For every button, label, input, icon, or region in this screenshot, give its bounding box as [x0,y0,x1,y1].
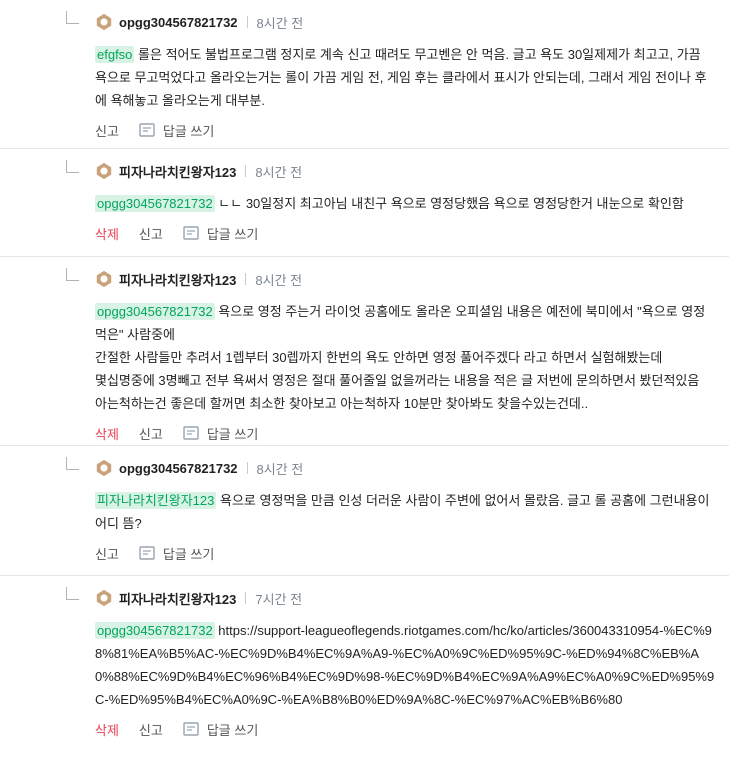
mention-tag[interactable]: 피자나라치킨왕자123 [95,492,217,509]
reply-label: 답글 쓰기 [162,546,215,562]
tier-badge-icon [96,13,112,31]
reply-comment: 피자나라치킨왕자123 8시간 전 opgg304567821732 ㄴㄴ 30… [0,149,729,257]
write-reply-button[interactable]: 답글 쓰기 [139,121,214,140]
reply-label: 답글 쓰기 [206,226,259,242]
comment-body: opgg304567821732 ㄴㄴ 30일정지 최고아님 내친구 욕으로 영… [95,192,729,215]
write-reply-button[interactable]: 답글 쓰기 [183,424,258,443]
timestamp: 7시간 전 [255,591,303,607]
comment-body: opgg304567821732 https://support-leagueo… [95,619,729,711]
author-name[interactable]: opgg304567821732 [119,461,238,476]
comment-header: 피자나라치킨왕자123 7시간 전 [95,587,729,609]
divider [246,16,248,28]
reply-label: 답글 쓰기 [206,722,259,738]
reply-box-icon [139,546,155,560]
mention-tag[interactable]: opgg304567821732 [95,303,215,320]
comment-actions: 삭제 신고 답글 쓰기 [95,719,729,739]
report-button[interactable]: 신고 [139,224,163,243]
comment-body: efgfso 롤은 적어도 불법프로그램 정지로 계속 신고 때려도 무고벤은 … [95,43,729,112]
report-button[interactable]: 신고 [95,544,119,563]
report-button[interactable]: 신고 [139,424,163,443]
reply-comment: 피자나라치킨왕자123 8시간 전 opgg304567821732 욕으로 영… [0,257,729,446]
write-reply-button[interactable]: 답글 쓰기 [139,544,214,563]
tier-badge-icon [96,459,112,477]
reply-box-icon [183,426,199,440]
comment-header: 피자나라치킨왕자123 8시간 전 [95,268,729,290]
author-name[interactable]: 피자나라치킨왕자123 [119,589,236,608]
reply-indent-icon [66,11,79,24]
reply-indent-icon [66,457,79,470]
comment-text: 욕으로 영정 주는거 라이엇 공홈에도 올라온 오피셜임 내용은 예전에 북미에… [95,304,706,411]
reply-comment: 피자나라치킨왕자123 7시간 전 opgg304567821732 https… [0,576,729,764]
comment-header: opgg304567821732 8시간 전 [95,457,729,479]
comment-body: opgg304567821732 욕으로 영정 주는거 라이엇 공홈에도 올라온… [95,300,729,415]
delete-button[interactable]: 삭제 [95,424,119,443]
reply-comment: opgg304567821732 8시간 전 피자나라치킨왕자123 욕으로 영… [0,446,729,576]
reply-box-icon [183,722,199,736]
timestamp: 8시간 전 [256,461,304,477]
mention-tag[interactable]: opgg304567821732 [95,622,215,639]
reply-box-icon [183,226,199,240]
comment-body: 피자나라치킨왕자123 욕으로 영정먹을 만큼 인성 더러운 사람이 주변에 없… [95,489,729,535]
tier-badge-icon [96,589,112,607]
tier-badge-icon [96,270,112,288]
reply-box-icon [139,123,155,137]
reply-indent-icon [66,587,79,600]
mention-tag[interactable]: opgg304567821732 [95,195,215,212]
tier-badge-icon [96,162,112,180]
write-reply-button[interactable]: 답글 쓰기 [183,720,258,739]
delete-button[interactable]: 삭제 [95,720,119,739]
comment-actions: 신고 답글 쓰기 [95,543,729,563]
comment-header: opgg304567821732 8시간 전 [95,11,729,33]
divider [246,462,248,474]
report-button[interactable]: 신고 [95,121,119,140]
report-button[interactable]: 신고 [139,720,163,739]
timestamp: 8시간 전 [256,15,304,31]
author-name[interactable]: opgg304567821732 [119,15,238,30]
reply-comment: opgg304567821732 8시간 전 efgfso 롤은 적어도 불법프… [0,0,729,149]
reply-indent-icon [66,268,79,281]
write-reply-button[interactable]: 답글 쓰기 [183,224,258,243]
comment-actions: 삭제 신고 답글 쓰기 [95,223,729,243]
comment-text: ㄴㄴ 30일정지 최고아님 내친구 욕으로 영정당했음 욕으로 영정당한거 내눈… [214,196,684,211]
comment-actions: 삭제 신고 답글 쓰기 [95,423,729,443]
timestamp: 8시간 전 [255,272,303,288]
author-name[interactable]: 피자나라치킨왕자123 [119,270,236,289]
reply-label: 답글 쓰기 [206,426,259,442]
timestamp: 8시간 전 [255,164,303,180]
author-name[interactable]: 피자나라치킨왕자123 [119,162,236,181]
reply-label: 답글 쓰기 [162,123,215,139]
comment-header: 피자나라치킨왕자123 8시간 전 [95,160,729,182]
divider [245,592,247,604]
reply-indent-icon [66,160,79,173]
comment-text: 롤은 적어도 불법프로그램 정지로 계속 신고 때려도 무고벤은 안 먹음. 글… [95,47,707,108]
comment-actions: 신고 답글 쓰기 [95,120,729,140]
divider [245,165,247,177]
comment-thread: opgg304567821732 8시간 전 efgfso 롤은 적어도 불법프… [0,0,729,764]
mention-tag[interactable]: efgfso [95,46,135,63]
delete-button[interactable]: 삭제 [95,224,119,243]
divider [245,273,247,285]
